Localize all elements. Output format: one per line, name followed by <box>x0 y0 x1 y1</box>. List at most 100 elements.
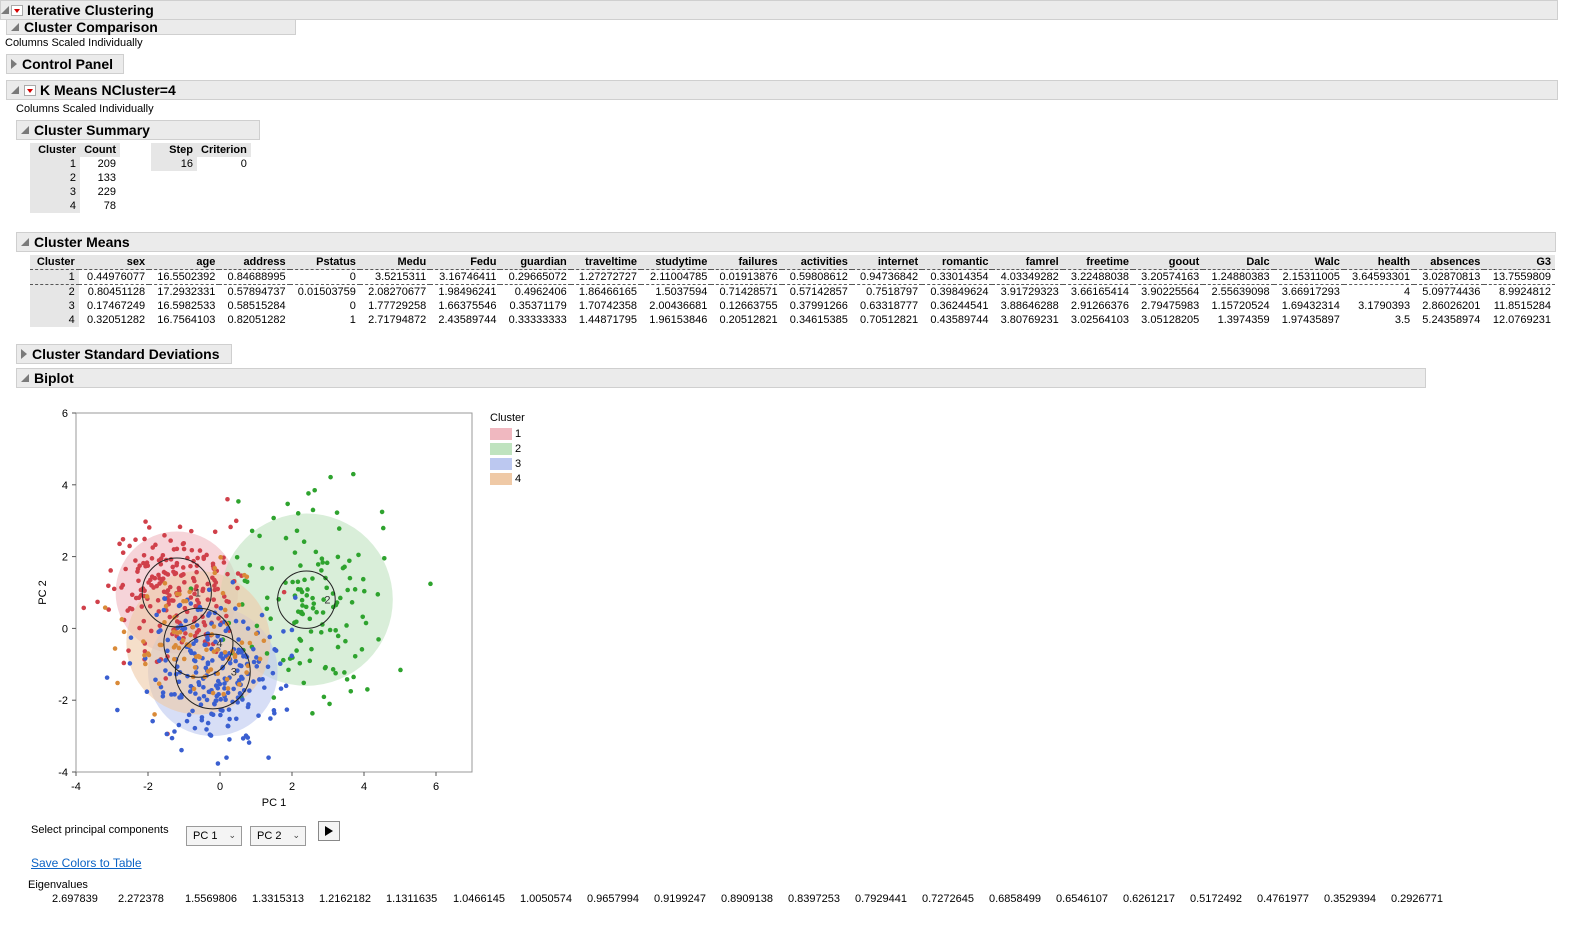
pc-y-select[interactable]: PC 2 ⌄ <box>250 826 306 846</box>
column-header[interactable]: Walc <box>1273 255 1344 270</box>
cell: 0.57894737 <box>227 286 286 298</box>
data-point <box>217 622 223 628</box>
data-point <box>224 613 229 619</box>
disclosure-open-icon[interactable] <box>21 238 29 246</box>
eigenvalue: 1.5569806 <box>185 893 237 905</box>
cell: 3.02870813 <box>1414 269 1485 285</box>
cluster-summary-header[interactable]: Cluster Summary <box>16 120 260 140</box>
column-header[interactable]: health <box>1343 255 1415 270</box>
disclosure-closed-icon[interactable] <box>11 59 17 69</box>
disclosure-open-icon[interactable] <box>11 86 19 94</box>
save-colors-link[interactable]: Save Colors to Table <box>31 856 142 870</box>
cell: 1.5037594 <box>655 286 708 298</box>
column-header[interactable]: Count <box>80 143 120 157</box>
column-header[interactable]: address <box>219 255 290 270</box>
column-header[interactable]: Criterion <box>197 143 251 157</box>
column-header[interactable]: studytime <box>641 255 712 270</box>
red-triangle-menu-icon[interactable] <box>24 84 36 96</box>
data-point <box>251 679 256 684</box>
data-point <box>310 595 315 601</box>
data-point <box>193 670 199 675</box>
cell: 1 <box>30 269 79 285</box>
column-header[interactable]: Fedu <box>430 255 501 270</box>
legend-item[interactable]: 1 <box>490 428 525 443</box>
cluster-sd-header[interactable]: Cluster Standard Deviations <box>16 344 232 364</box>
data-point <box>298 638 304 643</box>
table-row[interactable]: 4 0.32051282 16.7564103 0.82051282 1 2.717948… <box>30 313 1555 327</box>
legend-item[interactable]: 2 <box>490 443 525 458</box>
disclosure-open-icon[interactable] <box>21 126 29 134</box>
cell: 1.69432314 <box>1281 300 1340 312</box>
cell: 16.5502392 <box>149 269 220 285</box>
column-header[interactable]: Dalc <box>1203 255 1274 270</box>
data-point <box>283 683 289 689</box>
column-header[interactable]: traveltime <box>570 255 642 270</box>
data-point <box>212 529 218 535</box>
cell: 3.66917293 <box>1281 286 1340 298</box>
apply-button[interactable] <box>318 821 340 841</box>
table-row: 4 78 <box>30 199 120 213</box>
data-point <box>201 693 207 699</box>
data-point <box>112 646 118 651</box>
data-point <box>289 627 295 633</box>
data-point <box>196 600 201 606</box>
eigenvalue: 0.6261217 <box>1123 893 1175 905</box>
disclosure-open-icon[interactable] <box>1 6 9 14</box>
table-row[interactable]: 3 0.17467249 16.5982533 0.58515284 0 1.777292… <box>30 299 1555 313</box>
column-header[interactable]: goout <box>1133 255 1204 270</box>
column-header[interactable]: internet <box>851 255 923 270</box>
cell: 3.05128205 <box>1141 314 1200 326</box>
data-point <box>153 677 158 683</box>
cell: 1.70742358 <box>578 300 638 312</box>
data-point <box>360 614 366 620</box>
column-header[interactable]: Cluster <box>30 255 79 270</box>
cluster-means-header[interactable]: Cluster Means <box>16 232 1556 252</box>
cell: 3.02564103 <box>1070 314 1130 326</box>
legend-item[interactable]: 3 <box>490 458 525 473</box>
biplot-header[interactable]: Biplot <box>16 368 1426 388</box>
column-header[interactable]: romantic <box>922 255 993 270</box>
data-point <box>213 580 219 585</box>
cell: 3.91729323 <box>1000 286 1059 298</box>
column-header[interactable]: famrel <box>992 255 1063 270</box>
data-point <box>195 555 200 561</box>
table-row[interactable]: 1 0.44976077 16.5502392 0.84688995 0 3.521531… <box>30 269 1555 285</box>
column-header[interactable]: G3 <box>1484 255 1555 270</box>
platform-header[interactable]: Iterative Clustering <box>0 0 1558 20</box>
cell: 0.17467249 <box>86 300 146 312</box>
data-point <box>271 515 276 521</box>
column-header[interactable]: sex <box>78 255 150 270</box>
column-header[interactable]: Cluster <box>30 143 80 157</box>
disclosure-closed-icon[interactable] <box>21 349 27 359</box>
data-point <box>187 648 193 654</box>
table-row[interactable]: 2 0.80451128 17.2932331 0.57894737 0.0150375… <box>30 284 1555 299</box>
data-point <box>299 609 304 615</box>
legend-item[interactable]: 4 <box>490 473 525 488</box>
data-point <box>299 597 305 603</box>
data-point <box>108 568 113 573</box>
cluster-number-label: 1 <box>195 588 201 600</box>
data-point <box>249 528 255 534</box>
kmeans-header[interactable]: K Means NCluster=4 <box>6 80 1558 100</box>
cell: 3 <box>30 299 79 313</box>
red-triangle-menu-icon[interactable] <box>11 4 23 16</box>
data-point <box>120 550 126 555</box>
cell: 0.71428571 <box>719 286 778 298</box>
column-header[interactable]: Medu <box>359 255 431 270</box>
cell: 3.1790393 <box>1358 300 1411 312</box>
column-header[interactable]: absences <box>1414 255 1485 270</box>
pc-x-select[interactable]: PC 1 ⌄ <box>186 826 242 846</box>
cluster-comparison-header[interactable]: Cluster Comparison <box>6 19 296 35</box>
column-header[interactable]: failures <box>711 255 782 270</box>
disclosure-open-icon[interactable] <box>11 23 19 31</box>
column-header[interactable]: age <box>149 255 220 270</box>
column-header[interactable]: Pstatus <box>289 255 360 270</box>
control-panel-header[interactable]: Control Panel <box>6 54 124 74</box>
kmeans-title: K Means NCluster=4 <box>40 82 176 98</box>
data-point <box>254 623 260 629</box>
column-header[interactable]: activities <box>781 255 852 270</box>
column-header[interactable]: guardian <box>500 255 571 270</box>
disclosure-open-icon[interactable] <box>21 374 29 382</box>
column-header[interactable]: freetime <box>1062 255 1134 270</box>
column-header[interactable]: Step <box>151 143 197 157</box>
